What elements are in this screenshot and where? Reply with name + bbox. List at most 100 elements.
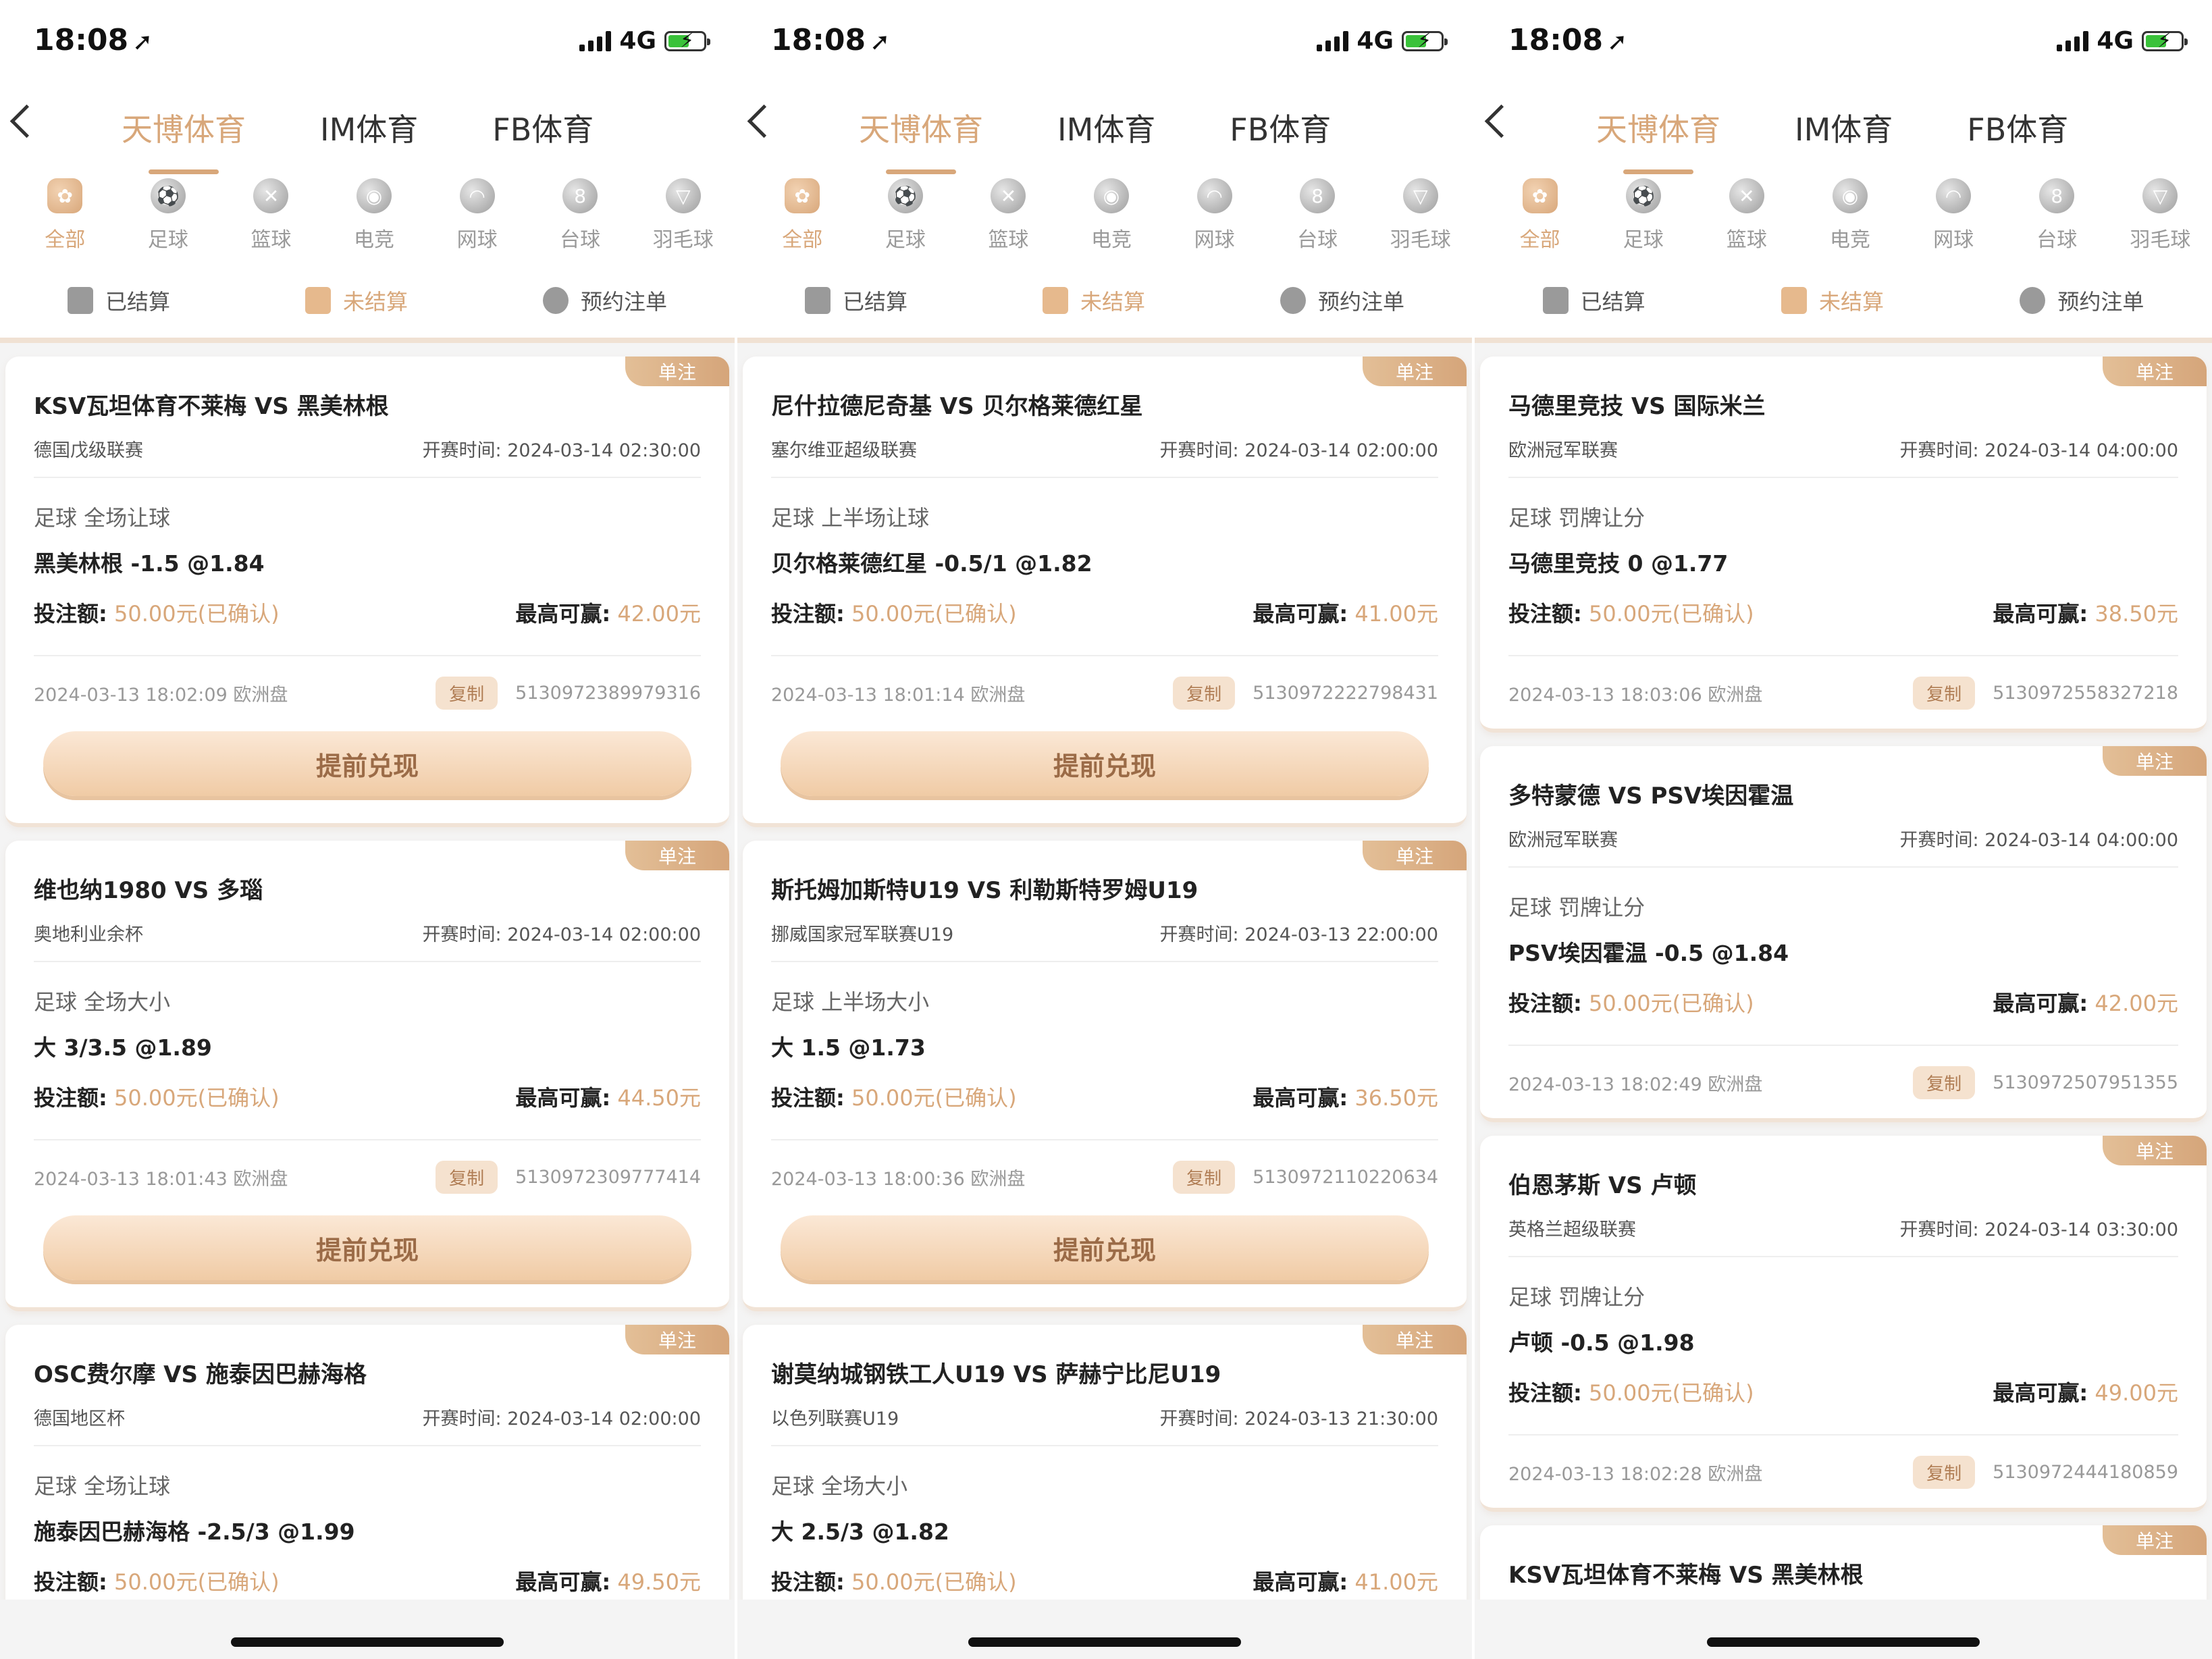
copy-button[interactable]: 复制 (436, 677, 498, 710)
phone-screen: 18:08 ➚ 4G ⚡ 天博体育 IM体育 FB体育 ✿ 全部 ⚽ 足球 ✕ 篮球 ◉… (737, 0, 1475, 1659)
sport-filter-billiards[interactable]: 8 台球 (2005, 174, 2109, 263)
cashout-button[interactable]: 提前兑现 (43, 1215, 691, 1280)
match-title: KSV瓦坦体育不莱梅 VS 黑美林根 (1508, 1562, 1864, 1589)
copy-button[interactable]: 复制 (1173, 677, 1236, 710)
stake: 投注额: 50.00元(已确认) (34, 601, 280, 627)
sport-filter-badminton[interactable]: ▽ 羽毛球 (631, 174, 735, 263)
bet-card[interactable]: 单注 斯托姆加斯特U19 VS 利勒斯特罗姆U19 挪威国家冠军联赛U19 开赛… (743, 841, 1467, 1311)
network-label: 4G (1357, 27, 1394, 55)
back-icon[interactable] (747, 104, 781, 138)
tab-venue-fb[interactable]: FB体育 (492, 105, 594, 150)
sport-filter-football[interactable]: ⚽ 足球 (1591, 174, 1695, 263)
sport-filter-tennis[interactable]: ◠ 网球 (1902, 174, 2005, 263)
sport-filter-esports[interactable]: ◉ 电竞 (323, 174, 426, 263)
sport-filter-basketball[interactable]: ✕ 篮球 (1695, 174, 1798, 263)
sport-filter-badminton[interactable]: ▽ 羽毛球 (2109, 174, 2212, 263)
all-sports-icon: ✿ (1522, 178, 1558, 213)
bet-list[interactable]: 单注 尼什拉德尼奇基 VS 贝尔格莱德红星 塞尔维亚超级联赛 开赛时间: 202… (737, 343, 1472, 1600)
bet-type-badge: 单注 (2103, 1525, 2207, 1555)
sport-filter-football[interactable]: ⚽ 足球 (117, 174, 220, 263)
copy-button[interactable]: 复制 (1913, 1066, 1976, 1099)
sport-filter-tennis[interactable]: ◠ 网球 (1163, 174, 1266, 263)
screenshot-collage: 18:08 ➚ 4G ⚡ 天博体育 IM体育 FB体育 ✿ 全部 ⚽ 足球 ✕ 篮球 ◉… (0, 0, 2212, 1659)
placed-time: 2024-03-13 18:03:06 欧洲盘 (1508, 685, 1763, 706)
tab-settled[interactable]: 已结算 (1542, 285, 1645, 316)
selection: 大 1.5 @1.73 (771, 1034, 926, 1061)
cashout-button[interactable]: 提前兑现 (43, 731, 691, 796)
home-indicator[interactable] (968, 1637, 1241, 1647)
tab-venue-im[interactable]: IM体育 (320, 105, 418, 150)
tab-unsettled[interactable]: 未结算 (305, 285, 408, 316)
start-time: 开赛时间: 2024-03-14 02:00:00 (422, 1408, 701, 1429)
bet-card[interactable]: 单注 维也纳1980 VS 多瑙 奥地利业余杯 开赛时间: 2024-03-14… (5, 841, 729, 1311)
football-icon: ⚽ (887, 178, 923, 213)
sport-filter-row: ✿ 全部 ⚽ 足球 ✕ 篮球 ◉ 电竞 ◠ 网球 8 台球 ▽ 羽毛球 (1475, 174, 2212, 263)
sport-filter-badminton[interactable]: ▽ 羽毛球 (1369, 174, 1472, 263)
bet-card[interactable]: 单注 马德里竞技 VS 国际米兰 欧洲冠军联赛 开赛时间: 2024-03-14… (1480, 357, 2207, 733)
bet-card[interactable]: 单注 谢莫纳城钢铁工人U19 VS 萨赫宁比尼U19 以色列联赛U19 开赛时间… (743, 1325, 1467, 1600)
tab-venue-tianbo[interactable]: 天博体育 (122, 105, 246, 174)
home-indicator[interactable] (1707, 1637, 1980, 1647)
copy-button[interactable]: 复制 (1173, 1161, 1236, 1194)
tab-reserved[interactable]: 预约注单 (2020, 285, 2144, 316)
amount-row: 投注额: 50.00元(已确认) 最高可赢: 42.00元 (1508, 986, 2178, 1046)
status-bar: 18:08 ➚ 4G ⚡ (1475, 0, 2212, 80)
sport-filter-billiards[interactable]: 8 台球 (1266, 174, 1369, 263)
sport-filter-basketball[interactable]: ✕ 篮球 (219, 174, 323, 263)
placed-time: 2024-03-13 18:02:28 欧洲盘 (1508, 1464, 1763, 1485)
copy-button[interactable]: 复制 (436, 1161, 498, 1194)
tab-unsettled[interactable]: 未结算 (1042, 285, 1145, 316)
sport-filter-all[interactable]: ✿ 全部 (1488, 174, 1591, 263)
sport-filter-football[interactable]: ⚽ 足球 (854, 174, 957, 263)
cashout-button[interactable]: 提前兑现 (781, 1215, 1429, 1280)
tab-venue-im[interactable]: IM体育 (1057, 105, 1155, 150)
amount-row: 投注额: 50.00元(已确认) 最高可赢: 41.00元 (771, 597, 1438, 656)
bet-list[interactable]: 单注 马德里竞技 VS 国际米兰 欧洲冠军联赛 开赛时间: 2024-03-14… (1475, 343, 2212, 1600)
phone-screen: 18:08 ➚ 4G ⚡ 天博体育 IM体育 FB体育 ✿ 全部 ⚽ 足球 ✕ 篮球 ◉… (1475, 0, 2212, 1659)
bottom-safe-area (737, 1600, 1472, 1659)
cashout-button[interactable]: 提前兑现 (781, 731, 1429, 796)
back-icon[interactable] (9, 104, 44, 138)
start-time: 开赛时间: 2024-03-13 22:00:00 (1159, 924, 1438, 945)
tab-reserved[interactable]: 预约注单 (1280, 285, 1404, 316)
all-sports-icon: ✿ (785, 178, 820, 213)
copy-button[interactable]: 复制 (1913, 677, 1976, 710)
copy-button[interactable]: 复制 (1913, 1456, 1976, 1489)
order-number: 5130972507951355 (1993, 1072, 2178, 1093)
stake: 投注额: 50.00元(已确认) (771, 1569, 1017, 1595)
tab-venue-tianbo[interactable]: 天博体育 (1596, 105, 1720, 174)
sport-filter-esports[interactable]: ◉ 电竞 (1798, 174, 1901, 263)
tab-settled[interactable]: 已结算 (67, 285, 170, 316)
back-icon[interactable] (1484, 104, 1519, 138)
bet-card[interactable]: 单注 尼什拉德尼奇基 VS 贝尔格莱德红星 塞尔维亚超级联赛 开赛时间: 202… (743, 357, 1467, 827)
market-name: 足球 罚牌让分 (1508, 1284, 1645, 1310)
tab-settled[interactable]: 已结算 (804, 285, 907, 316)
tab-venue-fb[interactable]: FB体育 (1967, 105, 2068, 150)
tab-venue-tianbo[interactable]: 天博体育 (859, 105, 983, 174)
match-title: 伯恩茅斯 VS 卢顿 (1508, 1172, 1697, 1199)
bet-type-badge: 单注 (625, 1325, 729, 1354)
status-time: 18:08 ➚ (34, 23, 153, 57)
tab-venue-fb[interactable]: FB体育 (1230, 105, 1331, 150)
sport-filter-all[interactable]: ✿ 全部 (14, 174, 117, 263)
tab-reserved[interactable]: 预约注单 (542, 285, 667, 316)
bet-card[interactable]: 单注 KSV瓦坦体育不莱梅 VS 黑美林根 德国戊级联赛 开赛时间: 2024-… (1480, 1525, 2207, 1600)
sport-filter-tennis[interactable]: ◠ 网球 (425, 174, 529, 263)
bet-card[interactable]: 单注 KSV瓦坦体育不莱梅 VS 黑美林根 德国戊级联赛 开赛时间: 2024-… (5, 357, 729, 827)
match-meta: 欧洲冠军联赛 开赛时间: 2024-03-14 04:00:00 (1508, 436, 2178, 478)
bet-list[interactable]: 单注 KSV瓦坦体育不莱梅 VS 黑美林根 德国戊级联赛 开赛时间: 2024-… (0, 343, 735, 1600)
sport-filter-basketball[interactable]: ✕ 篮球 (957, 174, 1060, 263)
clock-icon (2020, 287, 2046, 314)
home-indicator[interactable] (231, 1637, 504, 1647)
tab-unsettled[interactable]: 未结算 (1781, 285, 1884, 316)
tab-venue-im[interactable]: IM体育 (1795, 105, 1893, 150)
network-label: 4G (619, 27, 656, 55)
max-win: 最高可赢: 49.50元 (515, 1569, 701, 1595)
sport-filter-all[interactable]: ✿ 全部 (751, 174, 854, 263)
bet-card[interactable]: 单注 伯恩茅斯 VS 卢顿 英格兰超级联赛 开赛时间: 2024-03-14 0… (1480, 1136, 2207, 1512)
bet-card[interactable]: 单注 OSC费尔摩 VS 施泰因巴赫海格 德国地区杯 开赛时间: 2024-03… (5, 1325, 729, 1600)
bet-card[interactable]: 单注 多特蒙德 VS PSV埃因霍温 欧洲冠军联赛 开赛时间: 2024-03-… (1480, 746, 2207, 1122)
football-icon: ⚽ (150, 178, 186, 213)
sport-filter-billiards[interactable]: 8 台球 (529, 174, 632, 263)
sport-filter-esports[interactable]: ◉ 电竞 (1060, 174, 1163, 263)
